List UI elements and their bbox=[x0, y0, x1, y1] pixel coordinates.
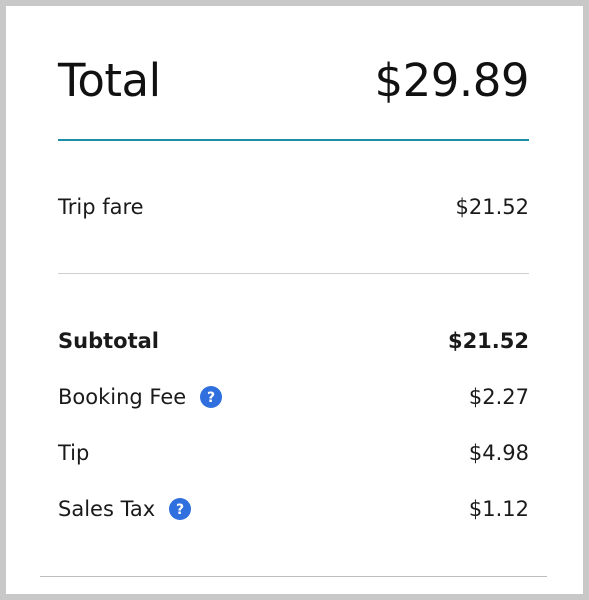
subtotal-label: Subtotal bbox=[58, 329, 159, 353]
fare-breakdown-card: Total $29.89 Trip fare $21.52 Subtotal $… bbox=[6, 6, 583, 594]
trip-fare-label: Trip fare bbox=[58, 195, 144, 219]
booking-fee-row: Booking Fee ? $2.27 bbox=[58, 381, 529, 413]
sales-tax-label: Sales Tax bbox=[58, 497, 156, 521]
sales-tax-value: $1.12 bbox=[468, 497, 529, 521]
tip-label: Tip bbox=[58, 441, 90, 465]
svg-text:?: ? bbox=[207, 390, 215, 406]
booking-fee-value: $2.27 bbox=[468, 385, 529, 409]
subtotal-value: $21.52 bbox=[447, 329, 529, 353]
help-icon[interactable]: ? bbox=[169, 498, 192, 520]
bottom-divider bbox=[40, 576, 547, 577]
trip-fare-value: $21.52 bbox=[455, 195, 529, 219]
sales-tax-row: Sales Tax ? $1.12 bbox=[58, 493, 529, 525]
svg-text:?: ? bbox=[176, 502, 184, 518]
total-divider bbox=[58, 139, 529, 141]
total-label: Total bbox=[58, 53, 161, 107]
booking-fee-label: Booking Fee bbox=[58, 385, 187, 409]
tip-value: $4.98 bbox=[468, 441, 529, 465]
sales-tax-label-wrap: Sales Tax ? bbox=[58, 497, 192, 521]
tip-row: Tip $4.98 bbox=[58, 437, 529, 469]
help-icon[interactable]: ? bbox=[200, 386, 223, 408]
subtotal-row: Subtotal $21.52 bbox=[58, 325, 529, 357]
section-divider bbox=[58, 273, 529, 274]
total-row: Total $29.89 bbox=[58, 50, 530, 110]
total-value: $29.89 bbox=[374, 53, 530, 107]
trip-fare-row: Trip fare $21.52 bbox=[58, 191, 529, 223]
booking-fee-label-wrap: Booking Fee ? bbox=[58, 385, 223, 409]
